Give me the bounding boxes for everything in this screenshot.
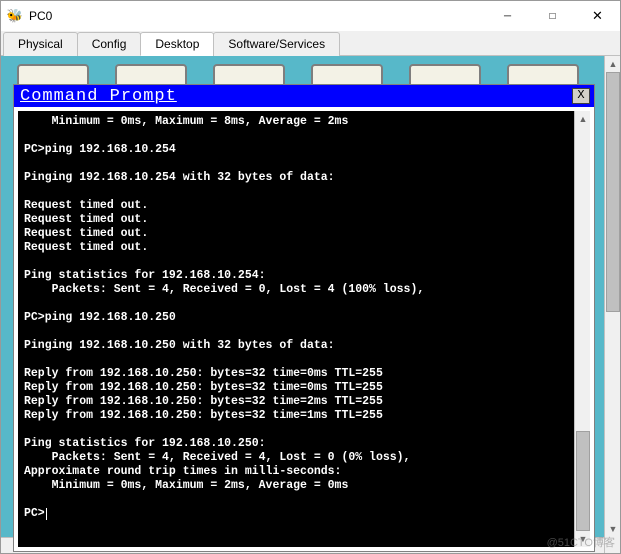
app-icon: 🐝	[7, 8, 23, 24]
desktop-area: ▲ ▼ Command Prompt X Minimum = 0ms, Maxi…	[1, 56, 620, 553]
tab-config[interactable]: Config	[77, 32, 142, 56]
minimize-button[interactable]: ─	[485, 1, 530, 31]
command-prompt-close-button[interactable]: X	[572, 88, 590, 104]
command-prompt-body-wrap: Minimum = 0ms, Maximum = 8ms, Average = …	[14, 107, 594, 551]
close-button[interactable]: ✕	[575, 1, 620, 31]
titlebar: 🐝 PC0 ─ □ ✕	[1, 1, 620, 31]
scroll-thumb[interactable]	[606, 72, 620, 312]
command-prompt-titlebar[interactable]: Command Prompt X	[14, 85, 594, 107]
app-window: 🐝 PC0 ─ □ ✕ Physical Config Desktop Soft…	[0, 0, 621, 554]
scroll-thumb[interactable]	[576, 431, 590, 531]
maximize-icon: □	[549, 11, 555, 22]
scroll-up-icon[interactable]: ▲	[575, 111, 591, 127]
terminal-cursor	[46, 508, 47, 520]
desktop-vscrollbar[interactable]: ▲ ▼	[604, 56, 620, 553]
command-prompt-window: Command Prompt X Minimum = 0ms, Maximum …	[13, 84, 595, 552]
watermark: @51CTO博客	[547, 534, 615, 550]
close-icon: ✕	[592, 8, 603, 24]
minimize-icon: ─	[504, 11, 511, 22]
tab-desktop[interactable]: Desktop	[140, 32, 214, 56]
maximize-button[interactable]: □	[530, 1, 575, 31]
tab-software-services[interactable]: Software/Services	[213, 32, 340, 56]
tabstrip: Physical Config Desktop Software/Service…	[1, 31, 620, 56]
command-prompt-terminal[interactable]: Minimum = 0ms, Maximum = 8ms, Average = …	[18, 111, 574, 547]
tab-physical[interactable]: Physical	[3, 32, 78, 56]
command-prompt-vscrollbar[interactable]: ▲ ▼	[574, 111, 590, 547]
command-prompt-title: Command Prompt	[20, 87, 177, 106]
scroll-up-icon[interactable]: ▲	[605, 56, 620, 72]
window-title: PC0	[29, 9, 52, 23]
